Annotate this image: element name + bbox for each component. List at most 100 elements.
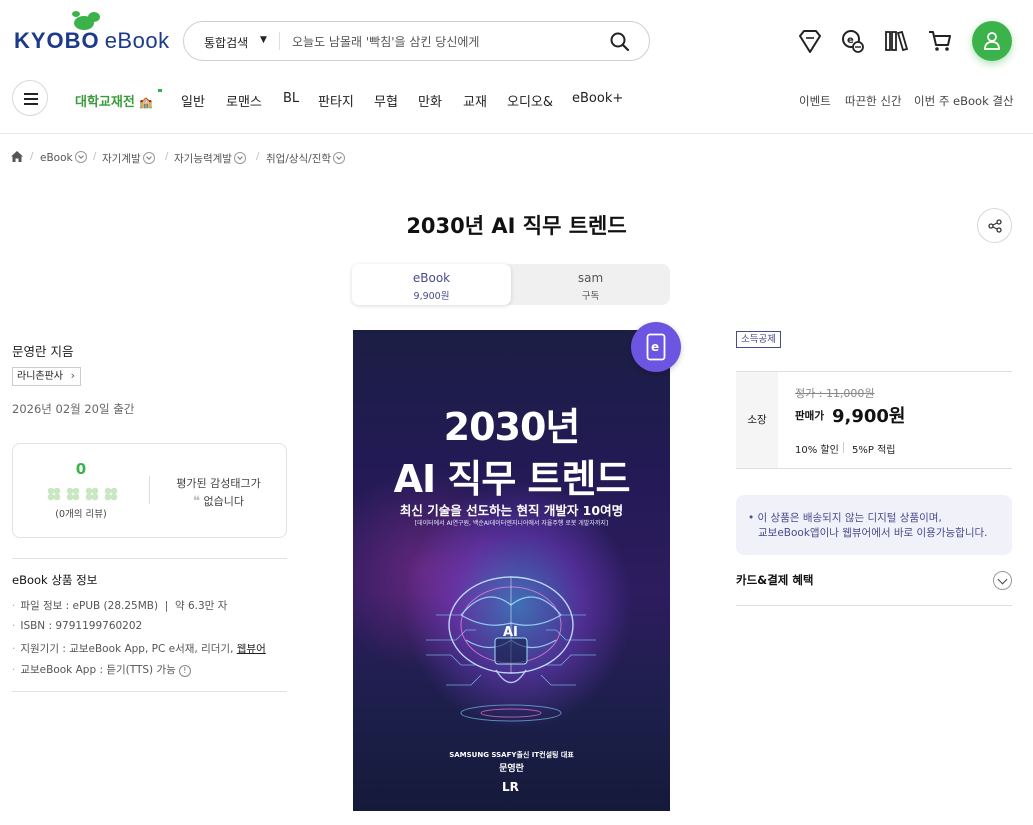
breadcrumb-label: 취업/상식/진학: [266, 153, 332, 165]
cover-subtitle-small: [데이터에서 AI연구원, 백순AI데이터엔지니어에서 자율주행 로봇 개발자까…: [414, 520, 609, 527]
book-cover[interactable]: 2030년 AI 직무 트렌드 최신 기술을 선도하는 현직 개발자 10여명 …: [353, 330, 670, 811]
ai-brain-illustration-icon: [426, 576, 596, 722]
divider: [12, 558, 287, 559]
divider: [736, 605, 1012, 606]
search-divider: [279, 32, 280, 50]
ecash-coin-icon[interactable]: e: [840, 28, 866, 54]
tax-deduction-badge: 소득공제: [736, 331, 781, 348]
points-rate: 5%P 적립: [852, 445, 896, 456]
nav-item-comics[interactable]: 만화: [418, 91, 442, 110]
breadcrumb-self-development[interactable]: 자기계발: [102, 151, 155, 166]
nav-item-fantasy[interactable]: 판타지: [318, 91, 354, 110]
tab-sam[interactable]: sam 구독: [511, 264, 670, 305]
cover-author-desc: SAMSUNG SSAFY출신 IT컨설팅 대표: [449, 751, 574, 759]
divider: [843, 442, 844, 453]
chevron-down-icon[interactable]: [74, 151, 87, 163]
caret-down-icon[interactable]: ▼: [260, 35, 267, 45]
web-viewer-link[interactable]: 웹뷰어: [237, 643, 266, 655]
breadcrumb-separator: /: [165, 151, 169, 162]
share-icon: [988, 219, 1002, 233]
nav-item-romance[interactable]: 로맨스: [226, 91, 262, 110]
tab-ebook[interactable]: eBook 9,900원: [352, 264, 511, 305]
nav-item-bl[interactable]: BL: [283, 91, 299, 106]
nav-link-events[interactable]: 이벤트: [799, 93, 831, 109]
review-score: 0: [75, 460, 87, 478]
breadcrumb-employment[interactable]: 취업/상식/진학: [266, 151, 346, 166]
breadcrumb-label: 자기능력계발: [174, 153, 232, 165]
nav-item-general[interactable]: 일반: [181, 91, 205, 110]
emotion-tag-text: 없습니다: [203, 495, 244, 508]
tts-text: 교보eBook App : 듣기(TTS) 가능: [20, 664, 176, 676]
tab-label: eBook: [412, 271, 451, 285]
author-link[interactable]: 문영란 지음: [12, 341, 73, 360]
header-divider: [0, 133, 1033, 134]
ebook-info-title: eBook 상품 정보: [12, 573, 98, 587]
search-input[interactable]: [292, 32, 592, 52]
nav-item-martial-arts[interactable]: 무협: [374, 91, 398, 110]
svg-text:e: e: [651, 340, 659, 354]
file-char-count: 약 6.3만 자: [174, 600, 228, 612]
nav-link-new-releases[interactable]: 따끈한 신간: [845, 93, 902, 109]
breadcrumb-separator: /: [30, 151, 34, 162]
breadcrumb-label: 자기계발: [102, 153, 141, 165]
chevron-down-icon[interactable]: [333, 152, 346, 164]
chevron-down-icon[interactable]: [233, 152, 246, 164]
ebook-badge: e: [631, 322, 681, 372]
divider: [736, 468, 1012, 469]
share-button[interactable]: [977, 208, 1012, 243]
info-icon[interactable]: !: [178, 665, 191, 677]
nav-link-weekly-summary[interactable]: 이번 주 eBook 결산: [914, 93, 1014, 109]
cart-icon[interactable]: [927, 28, 953, 54]
publisher-link[interactable]: 라니촌판사: [12, 367, 81, 386]
search-bar: 통합검색 ▼: [183, 21, 650, 61]
sale-price: 9,900원: [832, 406, 906, 427]
page-title: 2030년 AI 직무 트렌드: [406, 214, 627, 238]
search-category-select[interactable]: 통합검색: [204, 34, 248, 51]
logo-product-text: eBook: [104, 28, 170, 53]
user-button[interactable]: [972, 21, 1012, 61]
bookmark-ribbon-icon[interactable]: [797, 28, 823, 54]
school-icon: 🏫: [139, 96, 154, 109]
devices-info: · 지원기기 : 교보eBook App, PC e서재, 리더기, 웹뷰어: [12, 643, 266, 655]
logo-brand-text: KYOBO: [14, 28, 100, 53]
new-dot: [158, 89, 162, 92]
user-icon: [984, 32, 1000, 50]
breadcrumb-self-ability[interactable]: 자기능력계발: [174, 151, 246, 166]
quote-icon: ❝: [193, 494, 200, 509]
file-info: · 파일 정보 : ePUB (28.25MB) | 약 6.3만 자: [12, 600, 228, 612]
breadcrumb-separator: /: [256, 151, 260, 162]
sale-price-label: 판매가: [795, 410, 824, 422]
nav-item-ebook-plus[interactable]: eBook+: [572, 91, 623, 106]
kyobo-ebook-logo[interactable]: KYOBO eBook: [14, 10, 169, 56]
card-benefit-title[interactable]: 카드&결제 혜택: [736, 572, 814, 588]
emotion-tag-line2: ❝ 없습니다: [149, 493, 288, 509]
nav-item-label: 대학교재전: [75, 95, 135, 110]
emotion-tag-line1: 평가된 감성태그가: [176, 477, 261, 490]
breadcrumb-label: eBook: [40, 152, 73, 164]
breadcrumb-ebook[interactable]: eBook: [40, 151, 87, 164]
notice-line2: 교보eBook앱이나 웹뷰어에서 바로 이용가능합니다.: [758, 527, 988, 539]
nav-item-textbook[interactable]: 교재: [463, 91, 487, 110]
cover-publisher-logo: LR: [502, 780, 519, 794]
cover-title-line1: 2030년: [443, 405, 581, 449]
nav-item-audio[interactable]: 오디오&: [507, 91, 553, 110]
format-tabs: eBook 9,900원 sam 구독: [352, 264, 670, 305]
ebook-device-icon: e: [646, 333, 666, 361]
library-icon[interactable]: [884, 28, 910, 54]
chevron-down-icon[interactable]: [142, 152, 155, 164]
original-price: 정가 : 11,000원: [795, 387, 875, 400]
file-info-text: 파일 정보 : ePUB (28.25MB): [20, 600, 159, 612]
review-summary: 0 (0개의 리뷰) 평가된 감성태그가 ❝ 없습니다: [12, 443, 287, 538]
clover-rating-icon: [47, 487, 118, 501]
chevron-down-icon[interactable]: [993, 571, 1012, 590]
notice-line1: • 이 상품은 배송되지 않는 디지털 상품이며,: [748, 512, 942, 524]
tab-price: 9,900원: [413, 291, 450, 302]
search-icon[interactable]: [609, 31, 631, 53]
review-count[interactable]: (0개의 리뷰): [13, 506, 149, 520]
divider: [12, 691, 287, 692]
own-label: 소장: [747, 414, 767, 426]
main-nav: 대학교재전 🏫 일반 로맨스 BL 판타지 무협 만화 교재 오디오& eBoo…: [0, 89, 1033, 110]
home-icon[interactable]: [11, 151, 23, 162]
nav-item-university-textbook[interactable]: 대학교재전 🏫: [75, 91, 153, 110]
discount-rate: 10% 할인: [795, 445, 839, 456]
